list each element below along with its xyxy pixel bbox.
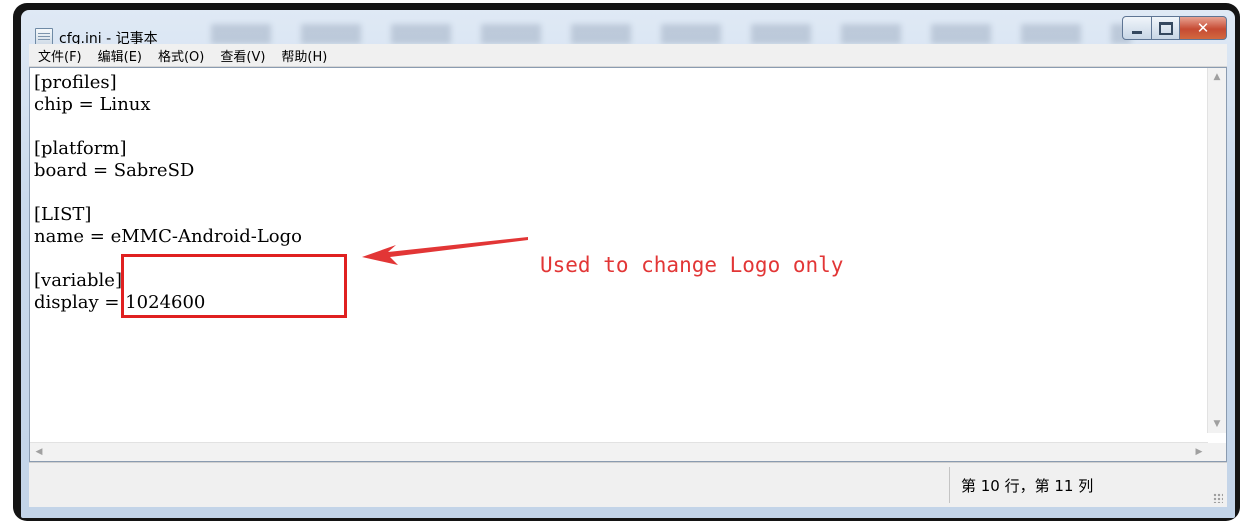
resize-grip-icon[interactable] [1213,493,1223,503]
editor-line: board = SabreSD [34,160,195,181]
editor-line: chip = Linux [34,94,151,115]
menu-file[interactable]: 文件(F) [29,46,89,65]
highlight-box [121,254,347,318]
status-divider [949,467,950,503]
horizontal-scrollbar[interactable]: ◀ ▶ [30,442,1208,461]
menu-edit[interactable]: 编辑(E) [89,46,149,65]
scroll-down-icon[interactable]: ▼ [1208,415,1226,433]
vertical-scrollbar[interactable]: ▲ ▼ [1207,68,1226,433]
notepad-window: cfg.ini - 记事本 ✕ 文件(F) 编辑(E) 格式(O) 查看(V) … [21,10,1235,518]
scrollbar-corner [1208,443,1226,461]
menu-bar: 文件(F) 编辑(E) 格式(O) 查看(V) 帮助(H) [29,44,1227,67]
menu-view[interactable]: 查看(V) [211,46,272,65]
editor-line: [platform] [34,138,127,159]
menu-help[interactable]: 帮助(H) [272,46,334,65]
annotation-arrow [362,237,528,265]
status-bar: 第 10 行，第 11 列 [29,462,1227,507]
close-button[interactable]: ✕ [1180,16,1227,40]
text-editor[interactable]: [profiles] chip = Linux [platform] board… [29,67,1227,462]
maximize-icon [1158,21,1173,35]
editor-line: [profiles] [34,72,117,93]
editor-line: name = eMMC-Android-Logo [34,226,303,247]
scroll-left-icon[interactable]: ◀ [30,443,48,461]
scroll-right-icon[interactable]: ▶ [1190,443,1208,461]
minimize-button[interactable] [1122,16,1152,40]
cursor-position: 第 10 行，第 11 列 [961,477,1094,495]
maximize-button[interactable] [1152,16,1180,40]
minimize-icon [1132,30,1142,34]
blurred-background [211,24,1131,44]
close-icon: ✕ [1196,19,1210,37]
editor-line: [LIST] [34,204,92,225]
scroll-up-icon[interactable]: ▲ [1208,68,1226,86]
annotation-text: Used to change Logo only [540,253,844,277]
caption-buttons: ✕ [1122,16,1227,42]
menu-format[interactable]: 格式(O) [149,46,211,65]
